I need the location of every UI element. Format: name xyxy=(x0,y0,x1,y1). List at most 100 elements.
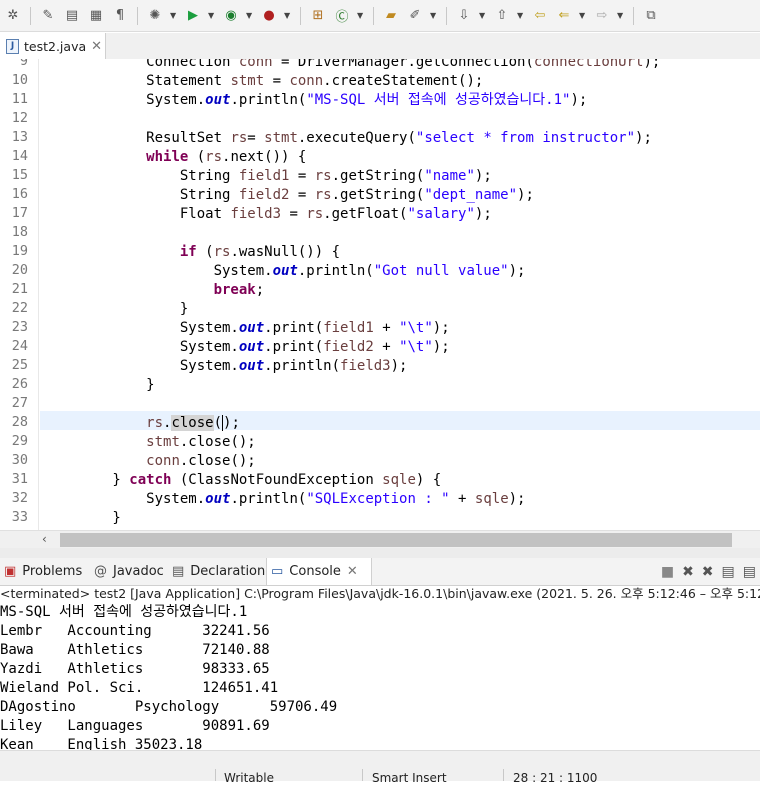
chevron-down-icon[interactable]: ▼ xyxy=(284,11,292,20)
code-line[interactable]: } xyxy=(45,509,120,528)
editor-horizontal-scrollbar[interactable]: ‹ xyxy=(0,530,760,549)
status-separator xyxy=(503,769,504,781)
code-line[interactable]: System.out.println(field3); xyxy=(45,357,408,376)
toolbar-separator xyxy=(300,6,301,25)
code-line[interactable]: Float field3 = rs.getFloat("salary"); xyxy=(45,205,492,224)
code-line[interactable]: if (rs.wasNull()) { xyxy=(45,243,340,262)
chevron-down-icon[interactable]: ▼ xyxy=(617,11,625,20)
terminate-icon[interactable]: ■ xyxy=(661,564,674,580)
line-number: 24 xyxy=(11,338,28,354)
code-line[interactable]: System.out.println("Got null value"); xyxy=(45,262,526,281)
code-line[interactable]: System.out.println("MS-SQL 서버 접속에 성공하였습니… xyxy=(45,91,587,110)
editor-tab-bar: J test2.java ✕ xyxy=(0,33,760,60)
tab-javadoc[interactable]: @ Javadoc xyxy=(90,558,168,585)
line-number: 14 xyxy=(11,148,28,164)
console-output[interactable]: MS-SQL 서버 접속에 성공하였습니다.1 Lembr Accounting … xyxy=(0,603,760,750)
forward-icon[interactable]: ⇨ xyxy=(593,7,611,25)
chevron-down-icon[interactable]: ▼ xyxy=(208,11,216,20)
java-file-icon: J xyxy=(6,38,19,54)
debug-icon[interactable]: ✺ xyxy=(146,7,164,25)
chevron-down-icon[interactable]: ▼ xyxy=(430,11,438,20)
code-line[interactable]: rs.close(); xyxy=(45,414,240,433)
prev-annotation-icon[interactable]: ⇧ xyxy=(493,7,511,25)
scroll-lock-icon[interactable]: ▤ xyxy=(743,564,756,580)
code-line[interactable]: } xyxy=(45,300,188,319)
close-icon[interactable]: ✕ xyxy=(347,564,358,579)
splitter[interactable] xyxy=(0,548,760,558)
tab-label: Declaration xyxy=(190,564,266,579)
code-line[interactable]: break; xyxy=(45,281,265,300)
coverage-icon[interactable]: ◉ xyxy=(222,7,240,25)
code-line[interactable]: System.out.print(field2 + "\t"); xyxy=(45,338,450,357)
back-icon[interactable]: ⇐ xyxy=(555,7,573,25)
line-number: 19 xyxy=(11,243,28,259)
scrollbar-thumb[interactable] xyxy=(60,533,732,547)
status-cursor-position: 28 : 21 : 1100 xyxy=(513,771,598,785)
code-line[interactable]: Statement stmt = conn.createStatement(); xyxy=(45,72,483,91)
tab-declaration[interactable]: ▤ Declaration xyxy=(168,558,266,585)
open-type-icon[interactable]: ▰ xyxy=(382,7,400,25)
code-line[interactable]: conn.close(); xyxy=(45,452,256,471)
tab-label: Console xyxy=(289,564,341,579)
scroll-left-icon[interactable]: ‹ xyxy=(42,532,47,546)
code-line[interactable]: Connection conn = DriverManager.getConne… xyxy=(45,59,660,72)
problems-icon: ▣ xyxy=(4,564,17,579)
code-line[interactable]: String field1 = rs.getString("name"); xyxy=(45,167,492,186)
code-line[interactable]: stmt.close(); xyxy=(45,433,256,452)
code-line[interactable]: ResultSet rs= stmt.executeQuery("select … xyxy=(45,129,652,148)
chevron-down-icon[interactable]: ▼ xyxy=(357,11,365,20)
console-icon: ▭ xyxy=(271,564,284,579)
new-java-package-icon[interactable]: ⊞ xyxy=(309,7,327,25)
line-number: 31 xyxy=(11,471,28,487)
chevron-down-icon[interactable]: ▼ xyxy=(579,11,587,20)
status-bar: Writable Smart Insert 28 : 21 : 1100 xyxy=(0,750,760,785)
pilcrow-icon[interactable]: ¶ xyxy=(111,7,129,25)
chevron-down-icon[interactable]: ▼ xyxy=(246,11,254,20)
toolbar-separator xyxy=(373,6,374,25)
declaration-icon: ▤ xyxy=(172,564,185,579)
line-number: 30 xyxy=(11,452,28,468)
new-java-class-icon[interactable]: Ⓒ xyxy=(333,7,351,25)
code-line[interactable]: } catch (ClassNotFoundException sqle) { xyxy=(45,471,441,490)
line-number: 11 xyxy=(11,91,28,107)
chevron-down-icon[interactable]: ▼ xyxy=(479,11,487,20)
chevron-down-icon[interactable]: ▼ xyxy=(517,11,525,20)
code-line[interactable]: System.out.print(field1 + "\t"); xyxy=(45,319,450,338)
close-icon[interactable]: ✕ xyxy=(91,39,102,54)
debug-perspective-icon[interactable]: ✲ xyxy=(4,7,22,25)
status-writable: Writable xyxy=(224,771,274,785)
console-line: MS-SQL 서버 접속에 성공하였습니다.1 xyxy=(0,604,248,620)
toggle-mark-icon[interactable]: ✎ xyxy=(39,7,57,25)
run-icon[interactable]: ▶ xyxy=(184,7,202,25)
maximize-icon[interactable]: ⧉ xyxy=(642,7,660,25)
tab-console[interactable]: ▭ Console ✕ xyxy=(266,558,372,585)
code-line[interactable]: System.out.println("SQLException : " + s… xyxy=(45,490,525,509)
search-icon[interactable]: ✐ xyxy=(406,7,424,25)
line-number: 28 xyxy=(11,414,28,430)
save-all-icon[interactable]: ▤ xyxy=(63,7,81,25)
code-editor[interactable]: 9 10 11 12 13 14 15 16 17 18 19 20 21 22 23 24 25 26 27 28 2… xyxy=(0,59,760,530)
external-tools-icon[interactable]: ● xyxy=(260,7,278,25)
last-edit-icon[interactable]: ⇦ xyxy=(531,7,549,25)
tab-test2-java[interactable]: J test2.java ✕ xyxy=(0,33,106,59)
line-number: 29 xyxy=(11,433,28,449)
toolbar-separator xyxy=(137,6,138,25)
code-line[interactable]: String field2 = rs.getString("dept_name"… xyxy=(45,186,534,205)
main-toolbar: ✲ ✎ ▤ ▦ ¶ ✺ ▼ ▶ ▼ ◉ ▼ ● ▼ ⊞ Ⓒ ▼ ▰ ✐ ▼ ⇩ ▼ ⇧ ▼ ⇦ … xyxy=(0,0,760,32)
remove-all-terminated-icon[interactable]: ✖ xyxy=(702,564,714,580)
line-number: 9 xyxy=(19,59,28,69)
outline-icon[interactable]: ▦ xyxy=(87,7,105,25)
line-number: 23 xyxy=(11,319,28,335)
code-line[interactable]: while (rs.next()) { xyxy=(45,148,306,167)
console-process-label: <terminated> test2 [Java Application] C:… xyxy=(0,586,760,601)
next-annotation-icon[interactable]: ⇩ xyxy=(455,7,473,25)
status-insert-mode: Smart Insert xyxy=(372,771,447,785)
gutter-divider xyxy=(38,59,39,530)
code-line[interactable]: } xyxy=(45,376,154,395)
remove-launch-icon[interactable]: ✖ xyxy=(682,564,694,580)
chevron-down-icon[interactable]: ▼ xyxy=(170,11,178,20)
toolbar-separator xyxy=(633,6,634,25)
line-number: 32 xyxy=(11,490,28,506)
tab-problems[interactable]: ▣ Problems xyxy=(0,558,90,585)
clear-console-icon[interactable]: ▤ xyxy=(722,564,735,580)
